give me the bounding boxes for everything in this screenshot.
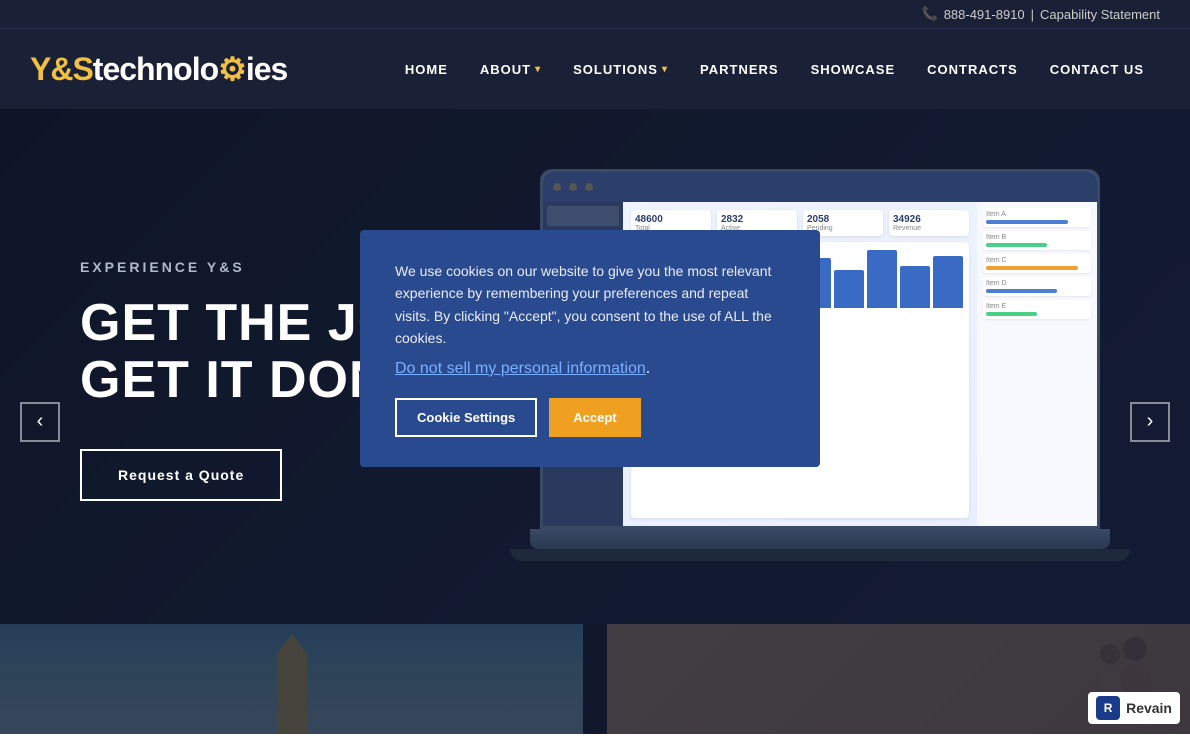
revain-badge: R Revain bbox=[1088, 692, 1180, 724]
logo-tech: technolo bbox=[93, 51, 218, 87]
nav-item-home[interactable]: HOME bbox=[389, 52, 464, 87]
accept-button[interactable]: Accept bbox=[549, 398, 640, 437]
right-item-2-label: Item B bbox=[986, 234, 1088, 241]
stat-1-num: 48600 bbox=[635, 214, 707, 225]
stat-4-label: Revenue bbox=[893, 225, 965, 232]
nav-item-contracts[interactable]: CONTRACTS bbox=[911, 52, 1034, 87]
phone-number: 888-491-8910 bbox=[944, 7, 1025, 22]
stat-2-num: 2832 bbox=[721, 214, 793, 225]
nav-link-partners[interactable]: PARTNERS bbox=[684, 52, 795, 87]
cookie-modal: We use cookies on our website to give yo… bbox=[360, 230, 820, 467]
right-item-4: Item D bbox=[983, 277, 1091, 296]
right-item-4-label: Item D bbox=[986, 280, 1088, 287]
request-quote-button[interactable]: Request a Quote bbox=[80, 449, 282, 501]
laptop-bottom bbox=[510, 549, 1130, 561]
nav-item-partners[interactable]: PARTNERS bbox=[684, 52, 795, 87]
screen-right-panel: Item A Item B Item C Item D bbox=[977, 202, 1097, 526]
revain-icon: R bbox=[1096, 696, 1120, 720]
cookie-message: We use cookies on our website to give yo… bbox=[395, 260, 785, 350]
chevron-about-icon: ▾ bbox=[535, 64, 541, 75]
logo-gies: ies bbox=[246, 51, 287, 87]
right-item-1-label: Item A bbox=[986, 211, 1088, 218]
phone-icon: 📞 bbox=[922, 6, 938, 22]
screen-dot-3 bbox=[585, 183, 593, 191]
right-bar-1 bbox=[986, 220, 1068, 224]
separator: | bbox=[1031, 7, 1034, 22]
nav-item-showcase[interactable]: SHOWCASE bbox=[795, 52, 912, 87]
bar-9 bbox=[900, 266, 930, 308]
laptop-base bbox=[530, 529, 1110, 549]
logo-gear: ⚙ bbox=[218, 51, 246, 87]
nav-link-contracts[interactable]: CONTRACTS bbox=[911, 52, 1034, 87]
nav-link-contact[interactable]: CONTACT US bbox=[1034, 52, 1160, 87]
nav-link-home[interactable]: HOME bbox=[389, 52, 464, 87]
header: 📞 888-491-8910 | Capability Statement Y&… bbox=[0, 0, 1190, 109]
bar-10 bbox=[933, 256, 963, 308]
cookie-message-text: We use cookies on our website to give yo… bbox=[395, 263, 772, 346]
revain-label: Revain bbox=[1126, 700, 1172, 716]
cookie-settings-button[interactable]: Cookie Settings bbox=[395, 398, 537, 437]
right-item-3-label: Item C bbox=[986, 257, 1088, 264]
stat-4: 34926 Revenue bbox=[889, 210, 969, 236]
carousel-prev-button[interactable]: ‹ bbox=[20, 402, 60, 442]
nav-link-solutions[interactable]: SOLUTIONS ▾ bbox=[557, 52, 684, 87]
right-bar-5 bbox=[986, 312, 1037, 316]
do-not-sell-link[interactable]: Do not sell my personal information bbox=[395, 360, 646, 377]
logo-ys: Y&S bbox=[30, 51, 93, 87]
stat-3-num: 2058 bbox=[807, 214, 879, 225]
nav-link-about[interactable]: ABOUT ▾ bbox=[464, 52, 557, 87]
nav-link-showcase[interactable]: SHOWCASE bbox=[795, 52, 912, 87]
screen-dot-1 bbox=[553, 183, 561, 191]
cookie-link-paragraph: Do not sell my personal information. bbox=[395, 360, 785, 378]
top-bar: 📞 888-491-8910 | Capability Statement bbox=[0, 0, 1190, 29]
screen-dot-2 bbox=[569, 183, 577, 191]
cookie-buttons: Cookie Settings Accept bbox=[395, 398, 785, 437]
right-bar-4 bbox=[986, 289, 1057, 293]
right-bar-3 bbox=[986, 266, 1078, 270]
sidebar-item-1 bbox=[547, 206, 619, 226]
nav-item-solutions[interactable]: SOLUTIONS ▾ bbox=[557, 52, 684, 87]
nav-item-contact[interactable]: CONTACT US bbox=[1034, 52, 1160, 87]
right-bar-2 bbox=[986, 243, 1047, 247]
stat-4-num: 34926 bbox=[893, 214, 965, 225]
nav-item-about[interactable]: ABOUT ▾ bbox=[464, 52, 557, 87]
right-item-3: Item C bbox=[983, 254, 1091, 273]
chevron-solutions-icon: ▾ bbox=[662, 64, 668, 75]
logo[interactable]: Y&Stechnolo⚙ies bbox=[30, 50, 287, 88]
capability-statement-link[interactable]: Capability Statement bbox=[1040, 7, 1160, 22]
right-item-5: Item E bbox=[983, 300, 1091, 319]
screen-header bbox=[543, 172, 1097, 202]
right-item-2: Item B bbox=[983, 231, 1091, 250]
nav-links: HOME ABOUT ▾ SOLUTIONS ▾ PARTNERS SHOWCA… bbox=[389, 52, 1160, 87]
nav-bar: Y&Stechnolo⚙ies HOME ABOUT ▾ SOLUTIONS ▾… bbox=[0, 29, 1190, 109]
right-item-5-label: Item E bbox=[986, 303, 1088, 310]
cookie-link-suffix: . bbox=[646, 360, 650, 377]
bar-7 bbox=[834, 270, 864, 308]
carousel-next-button[interactable]: › bbox=[1130, 402, 1170, 442]
right-item-1: Item A bbox=[983, 208, 1091, 227]
bar-8 bbox=[867, 250, 897, 308]
